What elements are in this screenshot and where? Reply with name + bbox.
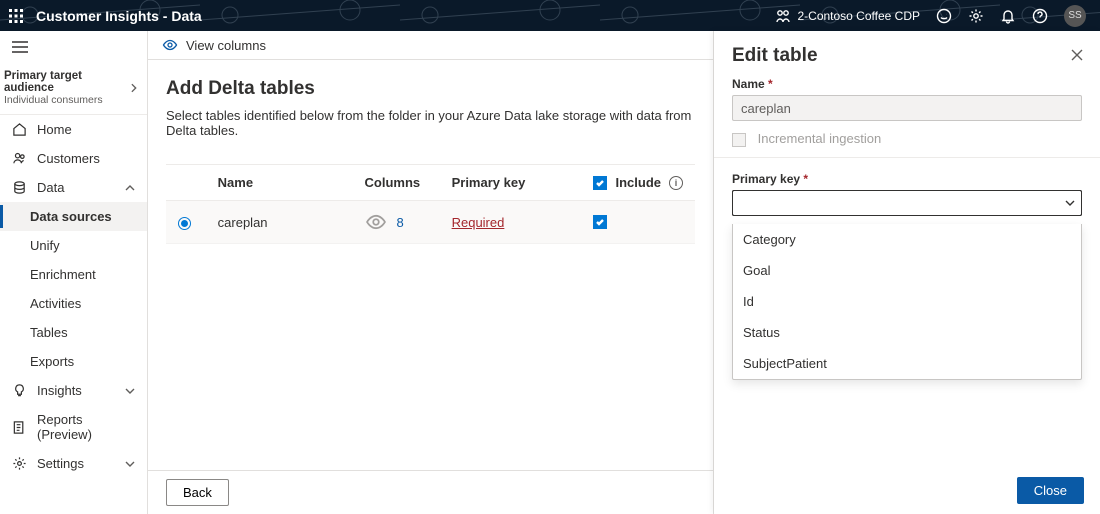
settings-icon (12, 456, 27, 471)
hamburger-icon[interactable] (0, 31, 147, 66)
row-primary-key-link[interactable]: Required (452, 215, 505, 230)
chevron-down-icon[interactable] (1064, 197, 1076, 209)
smile-icon[interactable] (936, 8, 952, 24)
insights-icon (12, 383, 27, 398)
nav-customers[interactable]: Customers (0, 144, 147, 173)
panel-title: Edit table (732, 45, 818, 67)
include-all-checkbox[interactable] (593, 176, 607, 190)
back-button[interactable]: Back (166, 479, 229, 506)
nav-data[interactable]: Data (0, 173, 147, 202)
chevron-up-icon (125, 183, 135, 193)
audience-title: Primary target audience (4, 70, 129, 94)
nav-home[interactable]: Home (0, 115, 147, 144)
col-columns: Columns (353, 165, 440, 201)
incremental-label: Incremental ingestion (758, 131, 882, 146)
app-title: Customer Insights - Data (36, 8, 202, 24)
page-subtitle: Select tables identified below from the … (166, 108, 695, 138)
nav-unify[interactable]: Unify (0, 231, 147, 260)
row-name: careplan (206, 201, 353, 244)
chevron-down-icon (125, 386, 135, 396)
pk-dropdown-list: Category Goal Id Status SubjectPatient (732, 224, 1082, 380)
eye-icon (162, 37, 178, 53)
nav-tables[interactable]: Tables (0, 318, 147, 347)
table-row[interactable]: careplan 8 Required (166, 201, 695, 244)
org-icon (775, 8, 791, 24)
nav-activities[interactable]: Activities (0, 289, 147, 318)
name-input (732, 95, 1082, 121)
dd-item-status[interactable]: Status (733, 317, 1081, 348)
environment-picker[interactable]: 2-Contoso Coffee CDP (775, 8, 920, 24)
pk-combobox[interactable] (732, 190, 1082, 216)
waffle-icon[interactable] (8, 8, 24, 24)
chevron-right-icon (129, 83, 139, 93)
dd-item-id[interactable]: Id (733, 286, 1081, 317)
nav-enrichment[interactable]: Enrichment (0, 260, 147, 289)
row-include-checkbox[interactable] (593, 215, 607, 229)
dd-item-category[interactable]: Category (733, 224, 1081, 255)
dd-item-subjectpatient[interactable]: SubjectPatient (733, 348, 1081, 379)
customers-icon (12, 151, 27, 166)
incremental-checkbox (732, 133, 746, 147)
nav-data-sources[interactable]: Data sources (0, 202, 147, 231)
audience-selector[interactable]: Primary target audience Individual consu… (0, 66, 147, 115)
close-icon[interactable] (1070, 48, 1084, 65)
name-label: Name * (732, 77, 1082, 91)
env-name: 2-Contoso Coffee CDP (797, 9, 920, 23)
tables-grid: Name Columns Primary key Include i (166, 165, 695, 244)
gear-icon[interactable] (968, 8, 984, 24)
row-columns-link[interactable]: 8 (397, 215, 404, 230)
nav-exports[interactable]: Exports (0, 347, 147, 376)
home-icon (12, 122, 27, 137)
chevron-down-icon (125, 459, 135, 469)
help-icon[interactable] (1032, 8, 1048, 24)
col-primary-key: Primary key (440, 165, 582, 201)
nav-settings[interactable]: Settings (0, 449, 147, 478)
row-select-radio[interactable] (178, 217, 191, 230)
data-icon (12, 180, 27, 195)
audience-subtitle: Individual consumers (4, 94, 129, 106)
page-title: Add Delta tables (166, 78, 695, 100)
reports-icon (12, 420, 27, 435)
view-columns-button[interactable]: View columns (186, 38, 266, 53)
dd-item-goal[interactable]: Goal (733, 255, 1081, 286)
bell-icon[interactable] (1000, 8, 1016, 24)
col-name: Name (206, 165, 353, 201)
pk-label: Primary key * (732, 172, 1082, 186)
info-icon[interactable]: i (669, 176, 683, 190)
avatar[interactable]: SS (1064, 5, 1086, 27)
nav-reports[interactable]: Reports (Preview) (0, 405, 147, 449)
edit-table-panel: Edit table Name * Incremental ingestion … (714, 31, 1100, 514)
col-include: Include (615, 175, 661, 190)
preview-icon[interactable] (365, 211, 387, 233)
nav-insights[interactable]: Insights (0, 376, 147, 405)
panel-close-button[interactable]: Close (1017, 477, 1084, 504)
